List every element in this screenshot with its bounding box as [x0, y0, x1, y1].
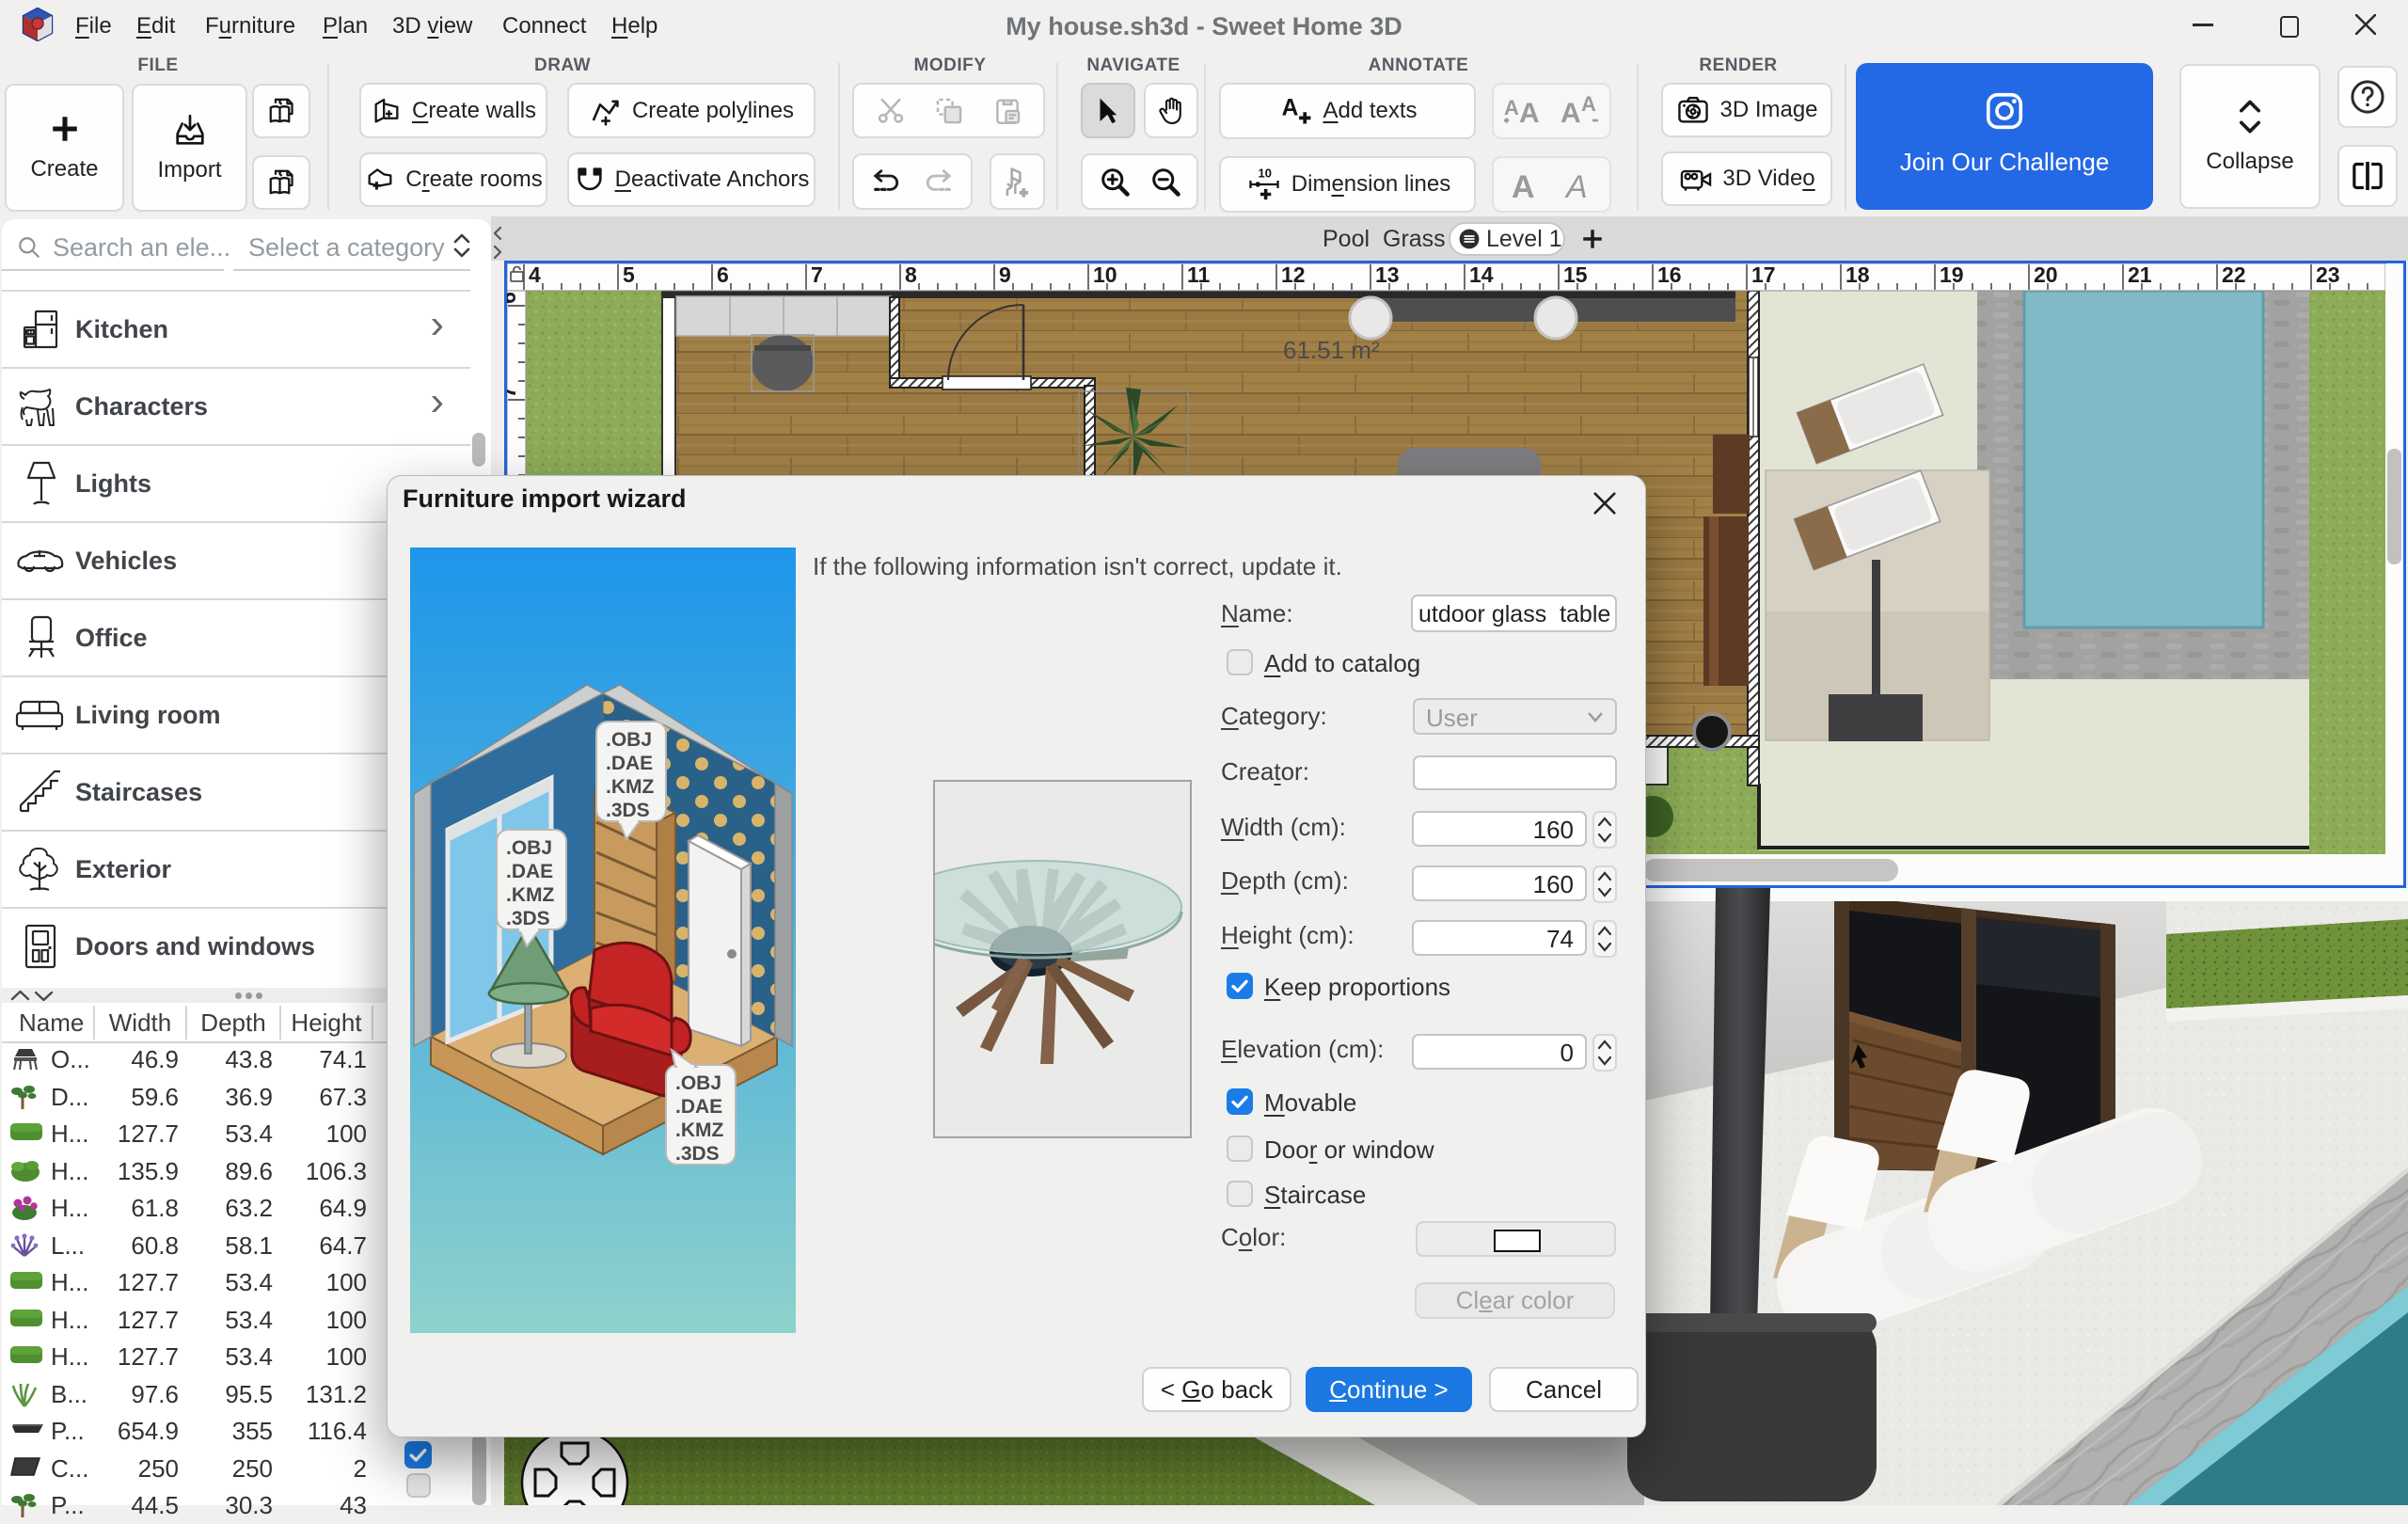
svg-text:15: 15: [1563, 263, 1588, 287]
svg-text:A: A: [1560, 98, 1581, 129]
svg-text:.OBJ: .OBJ: [606, 729, 652, 751]
svg-text:A: A: [1512, 169, 1535, 205]
svg-text:.KMZ: .KMZ: [506, 884, 554, 906]
svg-text:.DAE: .DAE: [506, 861, 553, 882]
svg-text:10: 10: [1258, 167, 1271, 181]
svg-text:10: 10: [1093, 263, 1117, 287]
svg-text:.KMZ: .KMZ: [675, 1119, 723, 1141]
svg-text:.KMZ: .KMZ: [606, 776, 654, 798]
svg-text:11: 11: [1187, 263, 1211, 287]
svg-text:.3DS: .3DS: [506, 908, 550, 929]
svg-text:8: 8: [905, 263, 917, 287]
svg-text:.OBJ: .OBJ: [675, 1072, 721, 1094]
svg-text:A: A: [1282, 96, 1299, 121]
svg-text:20: 20: [2034, 263, 2058, 287]
svg-text:18: 18: [1846, 263, 1870, 287]
svg-text:A: A: [1504, 96, 1519, 119]
svg-text:9: 9: [999, 263, 1011, 287]
svg-text:6: 6: [507, 292, 520, 304]
svg-text:.OBJ: .OBJ: [506, 837, 552, 859]
svg-text:16: 16: [1657, 263, 1682, 287]
svg-text:A: A: [1519, 98, 1540, 129]
svg-text:7: 7: [811, 263, 823, 287]
svg-text:7: 7: [507, 386, 520, 398]
svg-text:61.51 m²: 61.51 m²: [1283, 336, 1380, 364]
svg-text:12: 12: [1281, 263, 1306, 287]
svg-text:21: 21: [2128, 263, 2152, 287]
svg-text:5: 5: [623, 263, 635, 287]
svg-text:23: 23: [2316, 263, 2340, 287]
svg-text:.3DS: .3DS: [606, 800, 650, 821]
svg-text:.3DS: .3DS: [675, 1143, 720, 1165]
svg-text:22: 22: [2222, 263, 2246, 287]
svg-text:A: A: [1581, 92, 1596, 116]
svg-text:13: 13: [1375, 263, 1400, 287]
svg-text:14: 14: [1469, 263, 1494, 287]
svg-text:19: 19: [1940, 263, 1964, 287]
svg-text:A: A: [1564, 169, 1588, 205]
svg-text:6: 6: [717, 263, 729, 287]
svg-text:.DAE: .DAE: [606, 753, 653, 774]
svg-text:17: 17: [1751, 263, 1776, 287]
svg-text:.DAE: .DAE: [675, 1096, 722, 1118]
svg-text:4: 4: [529, 263, 541, 287]
